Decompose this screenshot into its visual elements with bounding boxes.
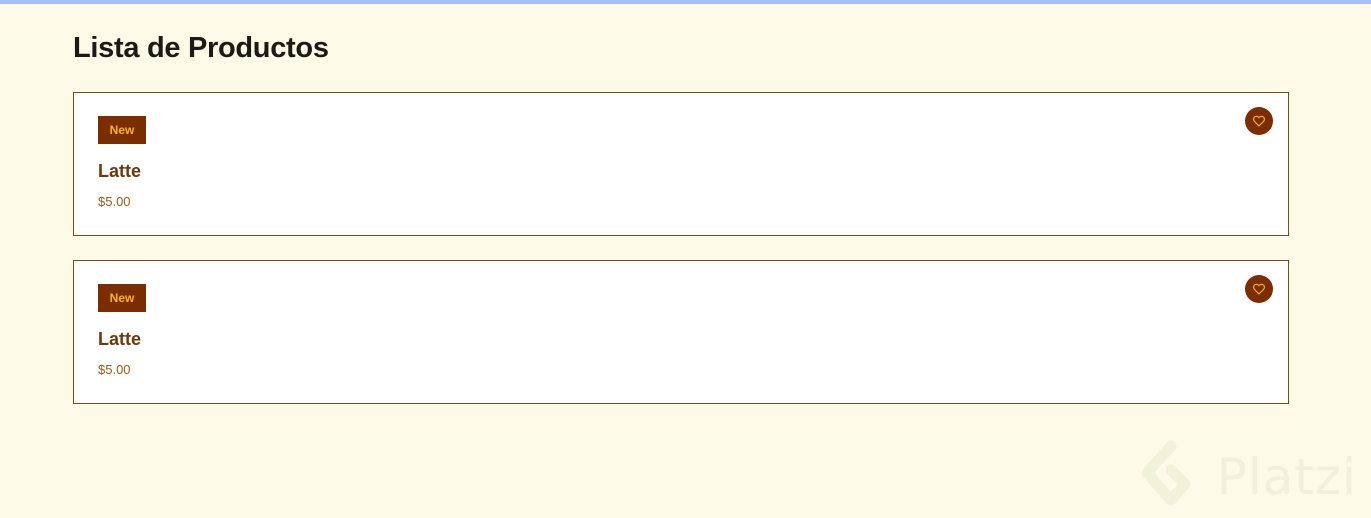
- platzi-watermark: Platzi: [1141, 440, 1357, 514]
- product-name: Latte: [98, 161, 142, 181]
- heart-icon: [1252, 115, 1266, 127]
- new-badge: New: [98, 284, 146, 312]
- heart-icon: [1252, 283, 1266, 295]
- product-card: New Latte $5.00: [73, 260, 1289, 404]
- platzi-logo-icon: [1141, 440, 1191, 506]
- product-card: New Latte $5.00: [73, 92, 1289, 236]
- favorite-button[interactable]: [1245, 107, 1273, 135]
- top-accent-bar: [0, 0, 1371, 4]
- product-name: Latte: [98, 329, 142, 349]
- product-list: New Latte $5.00 New Latte $5.00: [73, 92, 1289, 428]
- watermark-text: Platzi: [1216, 448, 1357, 506]
- product-price: $5.00: [98, 362, 131, 377]
- product-price: $5.00: [98, 194, 131, 209]
- new-badge: New: [98, 116, 146, 144]
- page-title: Lista de Productos: [73, 32, 329, 64]
- favorite-button[interactable]: [1245, 275, 1273, 303]
